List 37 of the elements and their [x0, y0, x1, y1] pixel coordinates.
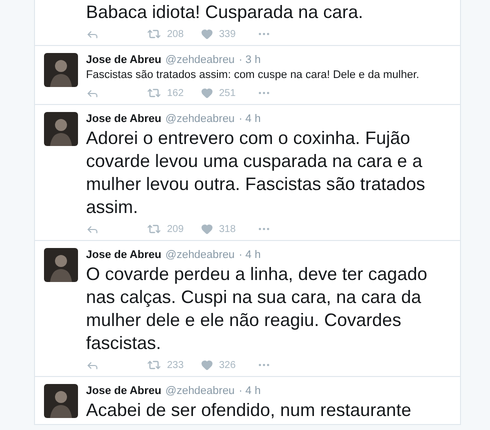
author-name[interactable]: Jose de Abreu [86, 112, 162, 126]
like-count: 251 [219, 86, 236, 100]
author-name[interactable]: Jose de Abreu [86, 384, 162, 398]
author-handle[interactable]: @zehdeabreu [165, 248, 235, 262]
author-handle[interactable]: @zehdeabreu [165, 112, 235, 126]
retweet-icon[interactable] [147, 222, 161, 236]
avatar[interactable] [44, 248, 78, 282]
author-name[interactable]: Jose de Abreu [86, 53, 162, 67]
retweet-count: 208 [167, 28, 184, 42]
like-count: 318 [219, 222, 236, 236]
retweet-count: 233 [167, 358, 184, 372]
like-count: 326 [219, 358, 236, 372]
like-icon[interactable] [201, 28, 213, 40]
like-icon[interactable] [201, 223, 213, 235]
like-icon[interactable] [201, 359, 213, 371]
tweet-time[interactable]: · 3 h [238, 53, 261, 67]
tweet-text: Fascistas são tratados assim: com cuspe na cara! Dele e da mulher. [86, 68, 420, 83]
retweet-icon[interactable] [147, 358, 161, 372]
tweet-text: Adorei o entrevero com o coxinha. Fujão covarde levou uma cusparada na cara e a mulher levou outra. Fascistas são tratados assim. [86, 127, 426, 219]
retweet-count: 209 [167, 222, 184, 236]
tweet-time[interactable]: · 4 h [238, 248, 261, 262]
author-name[interactable]: Jose de Abreu [86, 248, 162, 262]
retweet-icon[interactable] [147, 86, 161, 100]
like-icon[interactable] [201, 87, 213, 99]
author-handle[interactable]: @zehdeabreu [165, 384, 235, 398]
retweet-count: 162 [167, 86, 184, 100]
tweet-time[interactable]: · 4 h [238, 384, 261, 398]
tweet-text: Acabei de ser ofendido, num restaurante [86, 399, 412, 422]
avatar[interactable] [44, 384, 78, 418]
tweet-text: Babaca idiota! Cusparada na cara. [86, 1, 364, 24]
retweet-icon[interactable] [147, 27, 161, 41]
tweet-text: O covarde perdeu a linha, deve ter cagado nas calças. Cuspi na sua cara, na cara da mulher dele e ele não reagiu. Covardes fascistas. [86, 263, 428, 355]
avatar[interactable] [44, 53, 78, 87]
like-count: 339 [219, 28, 236, 42]
author-handle[interactable]: @zehdeabreu [165, 53, 235, 67]
avatar[interactable] [44, 112, 78, 146]
tweet-time[interactable]: · 4 h [238, 112, 261, 126]
